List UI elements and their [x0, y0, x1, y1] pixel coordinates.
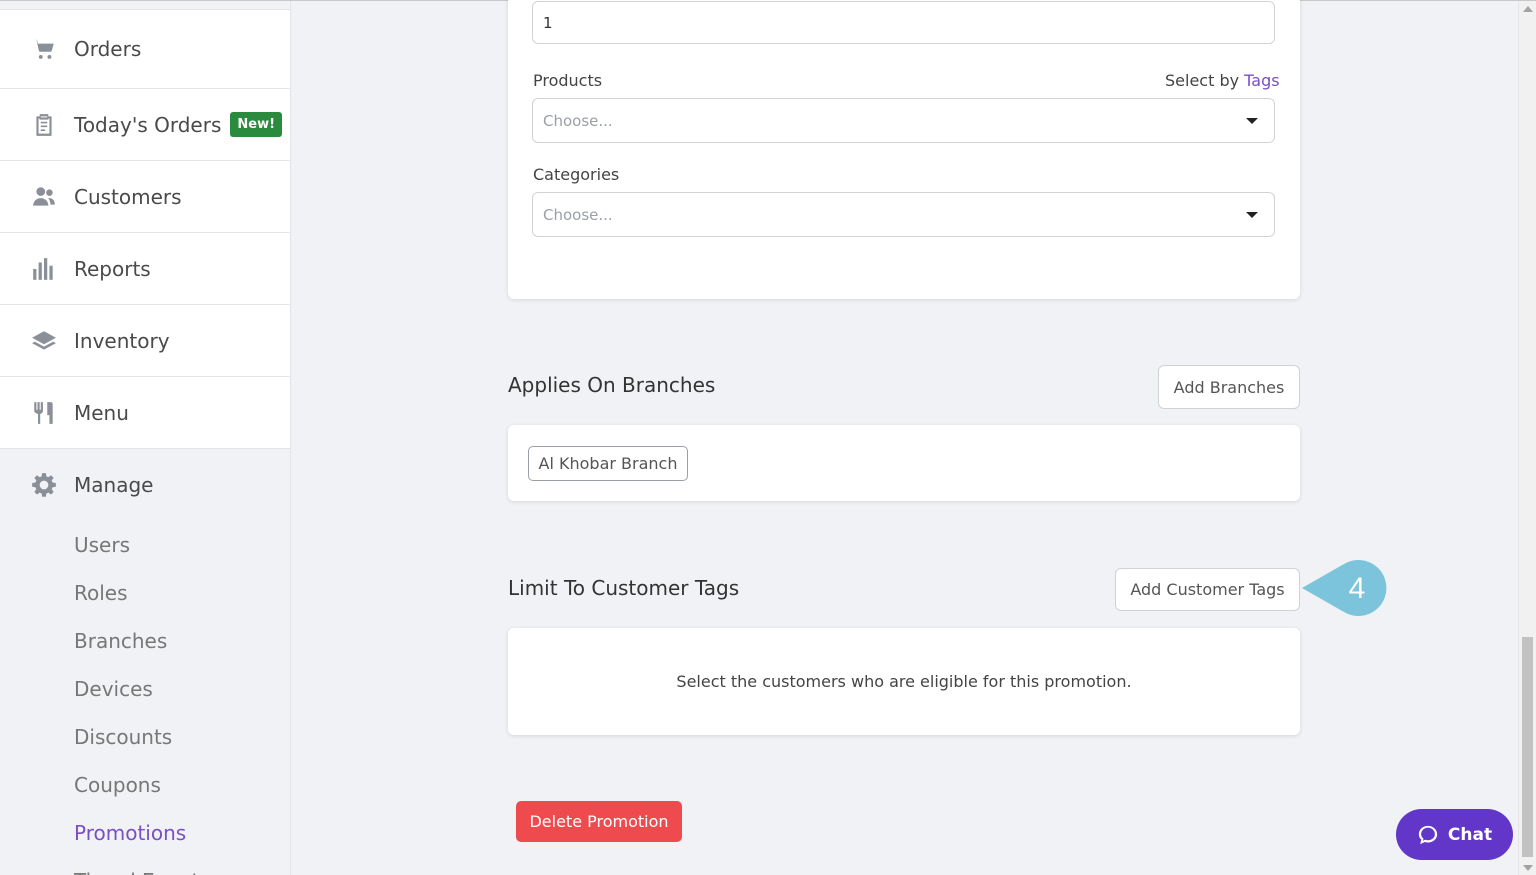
add-branches-button[interactable]: Add Branches	[1158, 365, 1300, 409]
sidebar-item-label: Today's Orders	[74, 112, 222, 137]
chat-label: Chat	[1447, 824, 1493, 845]
sidebar-item-label: Manage	[74, 473, 154, 497]
sidebar-item-inventory[interactable]: Inventory	[0, 305, 290, 377]
branches-title: Applies On Branches	[508, 373, 716, 397]
sidebar-item-reports[interactable]: Reports	[0, 233, 290, 305]
sidebar-item-label: Reports	[74, 256, 151, 281]
sidebar-item-manage[interactable]: Manage	[0, 449, 290, 521]
cart-icon	[31, 36, 57, 62]
sidebar-subitem-users[interactable]: Users	[0, 521, 290, 569]
delete-promotion-button[interactable]: Delete Promotion	[516, 801, 682, 842]
sidebar-subitem-promotions[interactable]: Promotions	[0, 809, 290, 857]
gear-icon	[31, 472, 57, 498]
sidebar-subitem-branches[interactable]: Branches	[0, 617, 290, 665]
sidebar-subitem-devices[interactable]: Devices	[0, 665, 290, 713]
quantity-value: 1	[543, 13, 553, 32]
customer-tags-card: Select the customers who are eligible fo…	[508, 628, 1300, 735]
products-select[interactable]: Choose...	[532, 98, 1275, 143]
users-icon	[31, 184, 57, 210]
chevron-down-icon	[1246, 211, 1258, 218]
bar-chart-icon	[31, 256, 57, 282]
sidebar-subitem-coupons[interactable]: Coupons	[0, 761, 290, 809]
select-by-tags-link[interactable]: Tags	[1244, 71, 1279, 90]
customer-tags-empty-text: Select the customers who are eligible fo…	[676, 672, 1132, 691]
sidebar-item-menu[interactable]: Menu	[0, 377, 290, 449]
utensils-icon	[31, 400, 57, 426]
sidebar-item-customers[interactable]: Customers	[0, 161, 290, 233]
sidebar-item-label: Orders	[74, 37, 142, 61]
categories-select[interactable]: Choose...	[532, 192, 1275, 237]
scroll-thumb[interactable]	[1522, 637, 1533, 857]
sidebar-subitem-roles[interactable]: Roles	[0, 569, 290, 617]
scroll-down-icon[interactable]	[1523, 865, 1533, 871]
chat-bubble-icon	[1418, 825, 1438, 844]
select-by-tags: Select by Tags	[1165, 71, 1280, 90]
sidebar: Orders Today's Orders New! Customers Rep…	[0, 1, 291, 875]
callout-number: 4	[1349, 572, 1366, 605]
branch-chip[interactable]: Al Khobar Branch	[528, 446, 688, 481]
add-customer-tags-button[interactable]: Add Customer Tags	[1115, 568, 1300, 611]
customer-tags-title: Limit To Customer Tags	[508, 576, 740, 600]
sidebar-item-todays-orders[interactable]: Today's Orders New!	[0, 89, 290, 161]
quantity-input[interactable]: 1	[532, 1, 1275, 44]
products-label: Products	[533, 71, 603, 90]
clipboard-icon	[31, 112, 57, 138]
categories-label: Categories	[533, 165, 620, 184]
new-badge: New!	[230, 112, 283, 137]
products-placeholder: Choose...	[543, 111, 613, 130]
sidebar-item-label: Customers	[74, 184, 182, 209]
sidebar-item-orders[interactable]: Orders	[0, 9, 290, 89]
conditions-card	[508, 0, 1300, 299]
layers-icon	[31, 328, 57, 354]
chevron-down-icon	[1246, 117, 1258, 124]
sidebar-item-label: Menu	[74, 400, 129, 425]
step-callout: 4	[1302, 560, 1387, 616]
categories-placeholder: Choose...	[543, 205, 613, 224]
sidebar-subitem-timed-events[interactable]: Timed Events	[0, 857, 290, 875]
chat-button[interactable]: Chat	[1396, 809, 1513, 860]
select-by-prefix: Select by	[1165, 71, 1240, 90]
scroll-up-icon[interactable]	[1523, 6, 1533, 12]
sidebar-item-label: Inventory	[74, 328, 170, 353]
sidebar-subitem-discounts[interactable]: Discounts	[0, 713, 290, 761]
vertical-scrollbar[interactable]	[1518, 1, 1536, 875]
